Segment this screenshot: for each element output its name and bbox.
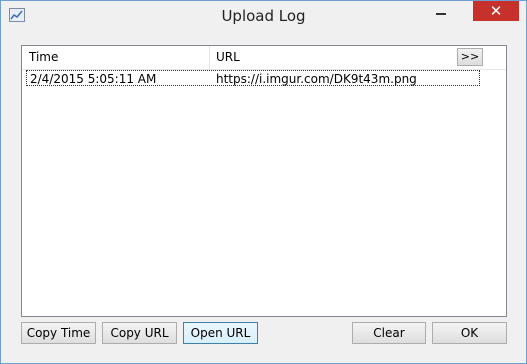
- open-url-button[interactable]: Open URL: [183, 322, 258, 344]
- title-bar[interactable]: Upload Log ✕: [1, 1, 526, 31]
- minimize-icon: [436, 13, 446, 15]
- column-header-time[interactable]: Time: [29, 50, 58, 64]
- copy-url-button[interactable]: Copy URL: [102, 322, 177, 344]
- copy-time-button[interactable]: Copy Time: [21, 322, 96, 344]
- column-divider[interactable]: [209, 46, 210, 69]
- cell-url: https://i.imgur.com/DK9t43m.png: [216, 72, 417, 86]
- expand-button[interactable]: >>: [457, 48, 483, 66]
- cell-time: 2/4/2015 5:05:11 AM: [30, 72, 157, 86]
- clear-button[interactable]: Clear: [352, 322, 426, 344]
- column-header-url[interactable]: URL: [216, 50, 240, 64]
- ok-button[interactable]: OK: [432, 322, 507, 344]
- close-button[interactable]: ✕: [473, 1, 519, 21]
- close-icon: ✕: [489, 2, 503, 20]
- table-row[interactable]: 2/4/2015 5:05:11 AM https://i.imgur.com/…: [26, 70, 480, 86]
- upload-log-list[interactable]: Time URL >> 2/4/2015 5:05:11 AM https://…: [21, 45, 507, 317]
- upload-log-window: Upload Log ✕ Time URL >> 2/4/2015 5:05:1…: [0, 0, 527, 364]
- list-header: Time URL >>: [22, 46, 506, 70]
